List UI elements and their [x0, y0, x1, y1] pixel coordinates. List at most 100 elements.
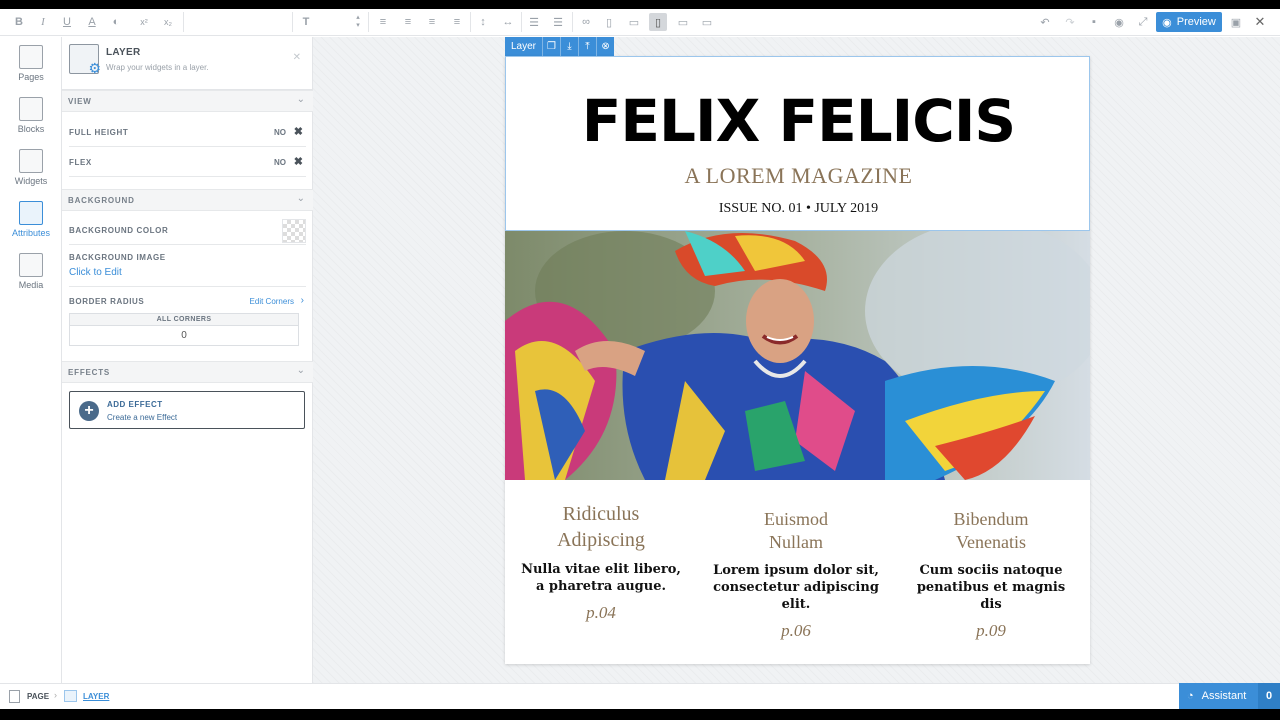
close-icon[interactable]: ✕: [293, 52, 301, 63]
mobile-landscape-icon[interactable]: ▭: [625, 13, 643, 31]
click-to-edit-link[interactable]: Click to Edit: [69, 267, 122, 278]
border-radius-row: BORDER RADIUS Edit Corners ›: [69, 289, 306, 313]
align-left-icon[interactable]: ≡: [374, 13, 392, 31]
line-height-icon[interactable]: ↕: [474, 13, 492, 31]
selected-layer[interactable]: FELIX FELICIS A LOREM MAGAZINE ISSUE NO.…: [505, 56, 1090, 231]
letter-spacing-icon[interactable]: ↔: [499, 13, 517, 31]
flex-value[interactable]: NO: [274, 158, 286, 167]
attributes-icon: [19, 201, 43, 225]
section-background-header[interactable]: BACKGROUND ⌄: [62, 189, 313, 211]
section-title: VIEW: [68, 97, 92, 106]
section-view-header[interactable]: VIEW ⌄: [62, 90, 313, 112]
ordered-list-icon[interactable]: ☰: [525, 13, 543, 31]
magazine-title[interactable]: FELIX FELICIS: [506, 87, 1091, 155]
article-page: p.06: [781, 621, 811, 640]
save-icon[interactable]: ▣: [1227, 13, 1245, 31]
preview-button[interactable]: ◉ Preview: [1156, 12, 1222, 32]
export-icon[interactable]: ⤒: [578, 37, 596, 56]
align-justify-icon[interactable]: ≡: [448, 13, 466, 31]
undo-icon[interactable]: ↶: [1036, 13, 1054, 31]
layer-tag-label[interactable]: Layer: [505, 37, 542, 56]
article-column-3[interactable]: Bibendum Venenatis Cum sociis natoque pen…: [906, 508, 1076, 641]
breadcrumb-layer[interactable]: LAYER: [83, 692, 109, 701]
rail-item-pages[interactable]: Pages: [0, 45, 62, 93]
left-rail: Pages Blocks Widgets Attributes Media: [0, 37, 62, 683]
article-page: p.09: [976, 621, 1006, 640]
article-heading-line: Ridiculus: [562, 503, 640, 525]
text-color-icon[interactable]: A: [83, 13, 101, 31]
rail-item-widgets[interactable]: Widgets: [0, 149, 62, 197]
eye-icon[interactable]: ◉: [1110, 13, 1128, 31]
assistant-icon: ◔: [1187, 690, 1194, 702]
panel-subtitle: Wrap your widgets in a layer.: [106, 63, 209, 72]
chevron-down-icon: ⌄: [296, 365, 305, 376]
article-column-1[interactable]: Ridiculus Adipiscing Nulla vitae elit lib…: [516, 501, 686, 623]
magazine-page[interactable]: FELIX FELICIS A LOREM MAGAZINE ISSUE NO.…: [505, 56, 1090, 664]
article-column-2[interactable]: Euismod Nullam Lorem ipsum dolor sit, con…: [711, 508, 881, 641]
all-corners-field[interactable]: ALL CORNERS 0: [69, 313, 299, 346]
font-size-icon[interactable]: T: [297, 13, 315, 31]
panel-header: LAYER Wrap your widgets in a layer. ✕: [62, 37, 313, 90]
rail-item-blocks[interactable]: Blocks: [0, 97, 62, 145]
toggle-off-icon[interactable]: ✖: [294, 155, 303, 168]
pages-icon: [19, 45, 43, 69]
superscript-icon[interactable]: x²: [135, 13, 153, 31]
magazine-issue[interactable]: ISSUE NO. 01 • JULY 2019: [506, 201, 1091, 217]
background-image-row: BACKGROUND IMAGE Click to Edit: [69, 247, 306, 287]
align-center-icon[interactable]: ≡: [399, 13, 417, 31]
full-height-row: FULL HEIGHT NO ✖: [69, 117, 306, 147]
rail-item-attributes[interactable]: Attributes: [0, 201, 62, 249]
background-image-label: BACKGROUND IMAGE: [69, 253, 166, 262]
breadcrumb-page[interactable]: PAGE: [27, 692, 49, 701]
bold-icon[interactable]: B: [10, 13, 28, 31]
all-corners-label: ALL CORNERS: [70, 314, 298, 326]
italic-icon[interactable]: I: [34, 13, 52, 31]
tablet-icon[interactable]: ▯: [649, 13, 667, 31]
full-height-value[interactable]: NO: [274, 128, 286, 137]
border-radius-label: BORDER RADIUS: [69, 297, 145, 306]
delete-icon[interactable]: ⊗: [596, 37, 614, 56]
blocks-icon: [19, 97, 43, 121]
editor-app: B I U A ◐ x² x₂ T ▴ ▾ ≡ ≡ ≡ ≡ ↕ ↔ ☰ ☰ ∞ ▯…: [0, 9, 1280, 709]
article-heading-line: Adipiscing: [557, 529, 645, 551]
all-corners-value[interactable]: 0: [70, 326, 298, 346]
edit-corners-link[interactable]: Edit Corners: [250, 297, 294, 306]
desktop-icon[interactable]: ▭: [698, 13, 716, 31]
full-height-label: FULL HEIGHT: [69, 128, 129, 137]
subscript-icon[interactable]: x₂: [159, 13, 177, 31]
tablet-landscape-icon[interactable]: ▭: [674, 13, 692, 31]
color-swatch[interactable]: [282, 219, 306, 243]
unordered-list-icon[interactable]: ☰: [549, 13, 567, 31]
plus-icon: +: [79, 401, 99, 421]
section-title: BACKGROUND: [68, 196, 135, 205]
redo-icon[interactable]: ↷: [1061, 13, 1079, 31]
add-effect-button[interactable]: + ADD EFFECT Create a new Effect: [69, 391, 305, 429]
background-color-label: BACKGROUND COLOR: [69, 226, 169, 235]
top-toolbar: B I U A ◐ x² x₂ T ▴ ▾ ≡ ≡ ≡ ≡ ↕ ↔ ☰ ☰ ∞ ▯…: [0, 9, 1280, 36]
section-effects-header[interactable]: EFFECTS ⌄: [62, 361, 313, 383]
chevron-right-icon[interactable]: ›: [301, 295, 304, 306]
link-icon[interactable]: ∞: [577, 13, 595, 31]
rail-item-media[interactable]: Media: [0, 253, 62, 301]
rail-label: Attributes: [11, 228, 51, 238]
save-block-icon[interactable]: ⤓: [560, 37, 578, 56]
assistant-button[interactable]: ◔ Assistant 0: [1179, 683, 1280, 709]
magazine-subtitle[interactable]: A LOREM MAGAZINE: [506, 163, 1091, 189]
media-icon: [19, 253, 43, 277]
layer-settings-icon: [69, 44, 101, 77]
font-size-stepper[interactable]: ▴ ▾: [349, 13, 367, 31]
article-heading-line: Bibendum: [953, 509, 1029, 529]
comments-icon[interactable]: ▪: [1085, 13, 1103, 31]
mobile-icon[interactable]: ▯: [600, 13, 618, 31]
close-editor-icon[interactable]: ✕: [1251, 13, 1269, 31]
duplicate-icon[interactable]: ❐: [542, 37, 560, 56]
align-right-icon[interactable]: ≡: [423, 13, 441, 31]
hero-image[interactable]: [505, 231, 1090, 480]
panel-title: LAYER: [106, 47, 141, 58]
bottom-bar: PAGE › LAYER: [0, 683, 1280, 709]
highlight-icon[interactable]: ◐: [107, 13, 125, 31]
fullscreen-icon[interactable]: ⤢: [1134, 13, 1152, 31]
underline-icon[interactable]: U: [58, 13, 76, 31]
toggle-off-icon[interactable]: ✖: [294, 125, 303, 138]
widgets-icon: [19, 149, 43, 173]
